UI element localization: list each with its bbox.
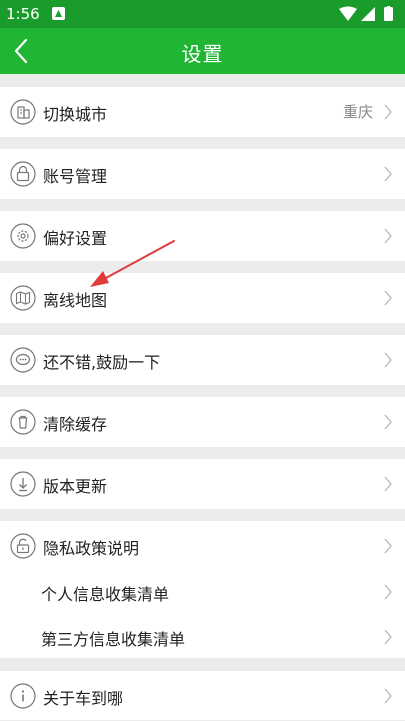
settings-group-offline-map: 离线地图 [0, 273, 405, 323]
version-update-row[interactable]: 版本更新 [0, 459, 405, 509]
settings-group-preferences: 偏好设置 [0, 211, 405, 261]
about-label: 关于车到哪 [43, 689, 124, 708]
version-update-label: 版本更新 [43, 477, 108, 496]
third-party-info-list-row[interactable]: 第三方信息收集清单 [0, 612, 405, 658]
chevron-right-icon [384, 584, 392, 600]
rate-app-label: 还不错,鼓励一下 [43, 353, 161, 372]
status-bar: 1:56 [0, 0, 405, 28]
chevron-right-icon [384, 414, 392, 430]
offline-map-row[interactable]: 离线地图 [0, 273, 405, 323]
preferences-row[interactable]: 偏好设置 [0, 211, 405, 261]
personal-info-list-label: 个人信息收集清单 [41, 585, 170, 604]
switch-city-label: 切换城市 [43, 105, 108, 124]
preferences-label: 偏好设置 [43, 229, 108, 248]
account-management-row[interactable]: 账号管理 [0, 149, 405, 199]
status-time: 1:56 [6, 5, 40, 23]
chevron-right-icon [384, 290, 392, 306]
chevron-right-icon [384, 476, 392, 492]
settings-group-city: 切换城市 重庆 [0, 87, 405, 137]
settings-group-account: 账号管理 [0, 149, 405, 199]
download-icon [10, 471, 36, 497]
gear-icon [10, 223, 36, 249]
page-title: 设置 [181, 42, 224, 66]
chat-bubble-icon [10, 347, 36, 373]
lock-icon [10, 161, 36, 187]
settings-group-cache: 清除缓存 [0, 397, 405, 447]
privacy-policy-label: 隐私政策说明 [43, 539, 140, 558]
settings-group-rate: 还不错,鼓励一下 [0, 335, 405, 385]
city-building-icon [10, 99, 36, 125]
app-bar: 设置 [0, 28, 405, 74]
system-status-icons [339, 6, 393, 21]
chevron-right-icon [384, 352, 392, 368]
chevron-right-icon [384, 228, 392, 244]
settings-group-privacy: 隐私政策说明 个人信息收集清单 第三方信息收集清单 [0, 521, 405, 658]
chevron-right-icon [384, 688, 392, 704]
chevron-right-icon [384, 166, 392, 182]
switch-city-row[interactable]: 切换城市 重庆 [0, 87, 405, 137]
current-city-value: 重庆 [342, 103, 373, 121]
unlock-icon [10, 533, 36, 559]
map-icon [10, 285, 36, 311]
offline-map-label: 离线地图 [43, 291, 108, 310]
chevron-right-icon [384, 104, 392, 120]
info-icon [10, 683, 36, 709]
settings-group-update: 版本更新 [0, 459, 405, 509]
chevron-right-icon [384, 538, 392, 554]
clear-cache-label: 清除缓存 [43, 415, 108, 434]
third-party-info-list-label: 第三方信息收集清单 [41, 630, 186, 649]
notification-icon [52, 7, 65, 20]
account-management-label: 账号管理 [43, 167, 108, 186]
settings-group-about: 关于车到哪 [0, 671, 405, 720]
privacy-policy-row[interactable]: 隐私政策说明 [0, 521, 405, 571]
personal-info-list-row[interactable]: 个人信息收集清单 [0, 567, 405, 613]
clear-cache-row[interactable]: 清除缓存 [0, 397, 405, 447]
rate-app-row[interactable]: 还不错,鼓励一下 [0, 335, 405, 385]
about-row[interactable]: 关于车到哪 [0, 671, 405, 721]
trash-icon [10, 409, 36, 435]
chevron-right-icon [384, 629, 392, 645]
